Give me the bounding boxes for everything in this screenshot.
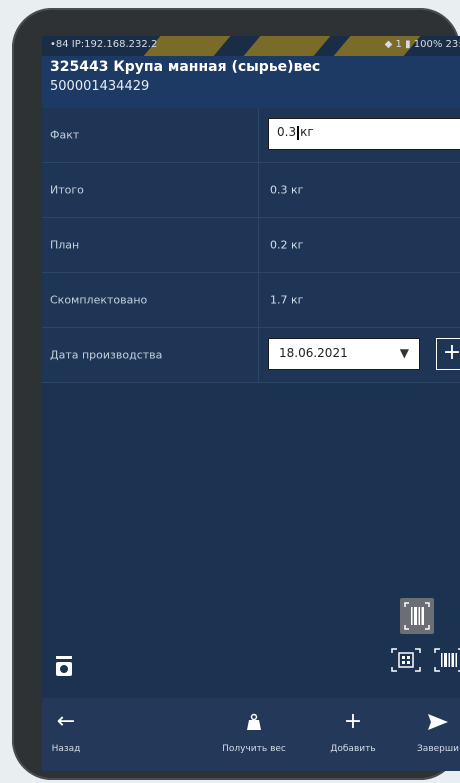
barcode-icon[interactable]	[432, 646, 460, 674]
back-button[interactable]: ← Назад	[46, 708, 86, 754]
scales-icon-svg	[56, 656, 72, 676]
send-arrow-icon-svg	[428, 714, 448, 730]
fact-value: 0.3	[277, 125, 297, 139]
row-picked: Скомплектовано 1.7 кг	[42, 273, 460, 328]
send-arrow-icon	[408, 708, 460, 736]
add-date-button[interactable]: +	[436, 338, 460, 370]
product-header: 325443 Крупа манная (сырье)вес 500001434…	[42, 56, 460, 108]
device-frame: •84 IP:192.168.232.2 ◆ 1 ▮ 100% 23:1 325…	[12, 8, 460, 780]
fact-label: Факт	[50, 128, 80, 142]
barcode-scan-icon-svg	[404, 602, 430, 630]
total-label: Итого	[50, 183, 84, 197]
fact-input[interactable]: 0.3 кг	[268, 118, 460, 150]
product-title: 325443 Крупа манная (сырье)вес	[50, 59, 321, 75]
barcode-icon-svg	[434, 648, 460, 672]
status-stripe	[243, 36, 331, 56]
production-date-value: 18.06.2021	[279, 346, 348, 360]
fact-unit: кг	[300, 125, 314, 139]
qr-scan-icon[interactable]	[389, 646, 423, 674]
arrow-left-icon: ←	[56, 709, 76, 734]
plus-icon: +	[343, 709, 363, 734]
scales-icon[interactable]	[54, 654, 74, 678]
plan-label: План	[50, 238, 80, 252]
finish-label: Заверши	[417, 744, 459, 754]
product-code: 500001434429	[50, 79, 150, 94]
get-weight-label: Получить вес	[222, 744, 286, 754]
back-label: Назад	[51, 744, 81, 754]
production-date-label: Дата производства	[50, 348, 163, 362]
add-button[interactable]: + Добавить	[320, 708, 386, 754]
row-plan: План 0.2 кг	[42, 218, 460, 273]
row-divider	[258, 108, 259, 162]
barcode-scan-icon[interactable]	[400, 598, 434, 634]
total-value: 0.3 кг	[270, 183, 304, 197]
picked-value: 1.7 кг	[270, 293, 304, 307]
add-label: Добавить	[330, 744, 376, 754]
row-production-date: Дата производства 18.06.2021 ▼ +	[42, 328, 460, 383]
get-weight-button[interactable]: Получить вес	[214, 708, 294, 754]
app-screen: •84 IP:192.168.232.2 ◆ 1 ▮ 100% 23:1 325…	[42, 36, 460, 771]
status-right-text: ◆ 1 ▮ 100% 23:1	[384, 39, 460, 50]
text-caret	[297, 125, 300, 140]
row-divider	[258, 163, 259, 217]
status-bar: •84 IP:192.168.232.2 ◆ 1 ▮ 100% 23:1	[42, 36, 460, 56]
status-left-text: •84 IP:192.168.232.2	[50, 39, 158, 50]
weight-icon-svg	[247, 713, 261, 730]
picked-label: Скомплектовано	[50, 293, 148, 307]
production-date-select[interactable]: 18.06.2021 ▼	[268, 338, 420, 370]
row-divider	[258, 328, 259, 382]
row-divider	[258, 273, 259, 327]
row-fact: Факт 0.3 кг	[42, 108, 460, 163]
finish-button[interactable]: Заверши	[408, 708, 460, 754]
row-divider	[258, 218, 259, 272]
chevron-down-icon: ▼	[399, 346, 409, 360]
qr-scan-icon-svg	[391, 648, 421, 672]
plan-value: 0.2 кг	[270, 238, 304, 252]
bottom-action-bar: ← Назад Получить вес + Добавить Заверши	[42, 698, 460, 771]
row-total: Итого 0.3 кг	[42, 163, 460, 218]
weight-icon	[214, 708, 294, 736]
